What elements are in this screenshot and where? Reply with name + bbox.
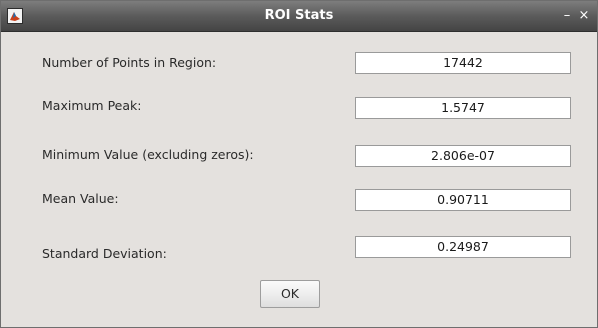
maximum-peak-label: Maximum Peak: bbox=[42, 98, 142, 113]
window-title: ROI Stats bbox=[264, 8, 334, 23]
close-button[interactable]: × bbox=[576, 8, 592, 24]
title-bar[interactable]: ROI Stats – × bbox=[1, 1, 597, 32]
ok-button[interactable]: OK bbox=[260, 280, 320, 308]
standard-deviation-field[interactable]: 0.24987 bbox=[355, 236, 571, 258]
mean-value-label: Mean Value: bbox=[42, 191, 119, 206]
minimum-value-field[interactable]: 2.806e-07 bbox=[355, 145, 571, 167]
dialog-content: Number of Points in Region: 17442 Maximu… bbox=[10, 32, 588, 319]
standard-deviation-label: Standard Deviation: bbox=[42, 246, 167, 261]
points-in-region-field[interactable]: 17442 bbox=[355, 52, 571, 74]
minimum-value-label: Minimum Value (excluding zeros): bbox=[42, 147, 254, 162]
mean-value-field[interactable]: 0.90711 bbox=[355, 189, 571, 211]
roi-stats-window: ROI Stats – × Number of Points in Region… bbox=[0, 0, 598, 328]
maximum-peak-field[interactable]: 1.5747 bbox=[355, 97, 571, 119]
minimize-button[interactable]: – bbox=[559, 8, 575, 24]
points-in-region-label: Number of Points in Region: bbox=[42, 55, 217, 70]
